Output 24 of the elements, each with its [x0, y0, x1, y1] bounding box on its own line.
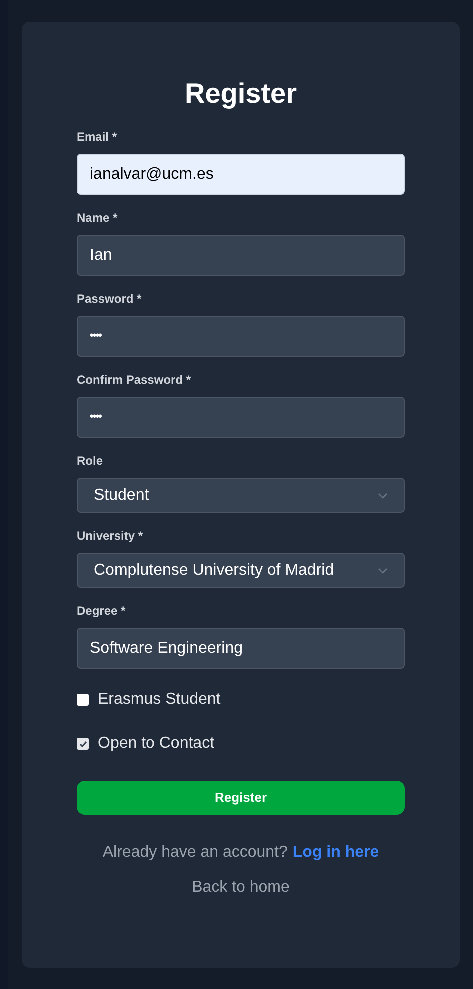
select-field[interactable]: Complutense University of Madrid — [77, 553, 405, 588]
field-label: Email * — [77, 130, 118, 144]
field-label: Confirm Password * — [77, 373, 192, 387]
input-field[interactable]: Ian — [77, 235, 405, 276]
checkbox[interactable] — [77, 694, 89, 706]
field-label: Password * — [77, 292, 143, 306]
input-field[interactable]: Software Engineering — [77, 628, 405, 669]
login-prompt: Already have an account? — [102, 843, 288, 863]
chevron-down-icon — [378, 568, 388, 574]
field-label: University * — [77, 529, 144, 543]
chevron-down-icon — [378, 492, 388, 498]
login-link[interactable]: Log in here — [292, 841, 380, 865]
back-home-link[interactable]: Back to home — [192, 876, 290, 900]
checkbox[interactable] — [77, 738, 89, 750]
field-label: Name * — [77, 211, 119, 225]
field-label: Role — [77, 454, 104, 468]
checkbox-label: Erasmus Student — [98, 690, 221, 710]
select-field[interactable]: Student — [77, 478, 405, 513]
checkbox-label: Open to Contact — [98, 734, 215, 754]
password-field[interactable]: •••• — [77, 316, 405, 357]
field-label: Degree * — [77, 604, 127, 618]
input-field[interactable]: ianalvar@ucm.es — [77, 154, 405, 195]
password-field[interactable]: •••• — [77, 397, 405, 438]
page-title: Register — [184, 78, 298, 110]
